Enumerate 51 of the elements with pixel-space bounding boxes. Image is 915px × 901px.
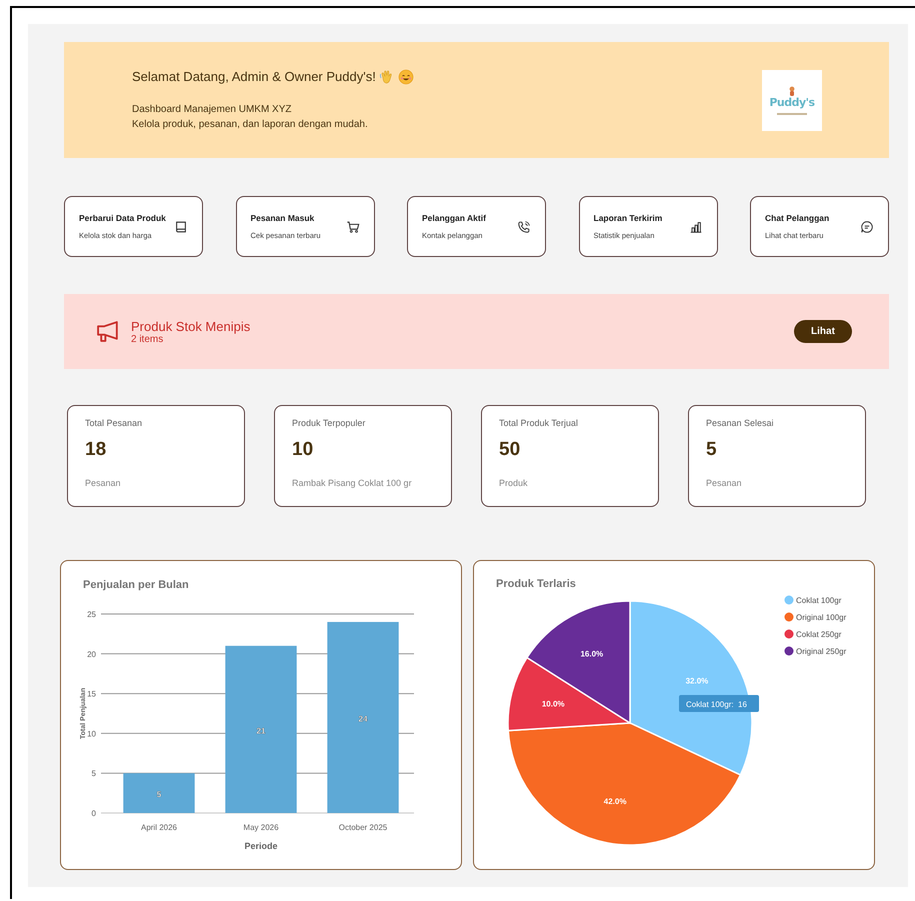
chart-title: Penjualan per Bulan <box>83 579 189 591</box>
stat-caption: Produk <box>499 478 529 488</box>
x-axis-title: Periode <box>244 841 278 851</box>
x-tick-label: April 2026 <box>140 823 178 832</box>
y-tick-label: 25 <box>87 610 96 619</box>
x-tick-label: October 2025 <box>338 823 388 832</box>
greeting-title: Selamat Datang, Admin & Owner Puddy's! <box>132 69 376 84</box>
bar-value-label: 24 <box>358 714 368 724</box>
stat-value: 18 <box>85 439 108 461</box>
view-button[interactable]: Lihat <box>794 320 852 343</box>
alert-title: Produk Stok Menipis <box>131 318 252 334</box>
stat-label: Pesanan Selesai <box>706 418 775 428</box>
y-tick-label: 0 <box>92 809 96 818</box>
stat-value: 5 <box>706 439 718 461</box>
y-tick-label: 5 <box>92 769 96 778</box>
stat-label: Produk Terpopuler <box>292 418 366 428</box>
legend-label[interactable]: Original 250gr <box>796 647 846 656</box>
smiling-face-icon <box>398 68 414 84</box>
stat-label: Total Produk Terjual <box>499 418 579 428</box>
legend-label[interactable]: Original 100gr <box>796 613 846 622</box>
y-tick-label: 15 <box>87 690 96 699</box>
phone-call-icon <box>517 220 531 234</box>
stat-caption: Pesanan <box>706 478 743 488</box>
alert-count: 2 items <box>131 334 164 344</box>
y-tick-label: 10 <box>87 729 96 738</box>
slice-percent-label: 32.0% <box>686 676 708 686</box>
bar-value-label: 5 <box>156 790 162 800</box>
x-tick-label: May 2026 <box>243 823 279 832</box>
legend-label[interactable]: Coklat 250gr <box>796 630 842 639</box>
bar <box>123 773 195 813</box>
legend-label[interactable]: Coklat 100gr <box>796 596 842 605</box>
y-tick-label: 20 <box>87 650 96 659</box>
slice-percent-label: 10.0% <box>542 699 565 708</box>
stat-caption: Rambak Pisang Coklat 100 gr <box>292 478 413 488</box>
chat-bubble-icon <box>860 220 874 234</box>
cart-icon <box>346 220 360 234</box>
stat-caption: Pesanan <box>85 478 122 488</box>
chart-title: Produk Terlaris <box>496 578 576 590</box>
brand-logo: Puddy's <box>762 70 822 130</box>
dashboard-subtitle: Dashboard Manajemen UMKM XYZ <box>132 102 293 116</box>
bar-value-label: 21 <box>256 726 266 736</box>
bar-chart-icon <box>688 220 702 234</box>
tooltip: Coklat 100gr: 16 <box>679 695 759 712</box>
stat-label: Total Pesanan <box>85 418 144 428</box>
stat-value: 10 <box>292 439 314 461</box>
dashboard-description: Kelola produk, pesanan, dan laporan dengan mudah. <box>132 118 369 132</box>
slice-percent-label: 42.0% <box>604 796 626 806</box>
book-icon <box>174 220 188 234</box>
stat-value: 50 <box>499 439 522 461</box>
megaphone-icon <box>96 321 121 342</box>
slice-percent-label: 16.0% <box>580 650 604 658</box>
